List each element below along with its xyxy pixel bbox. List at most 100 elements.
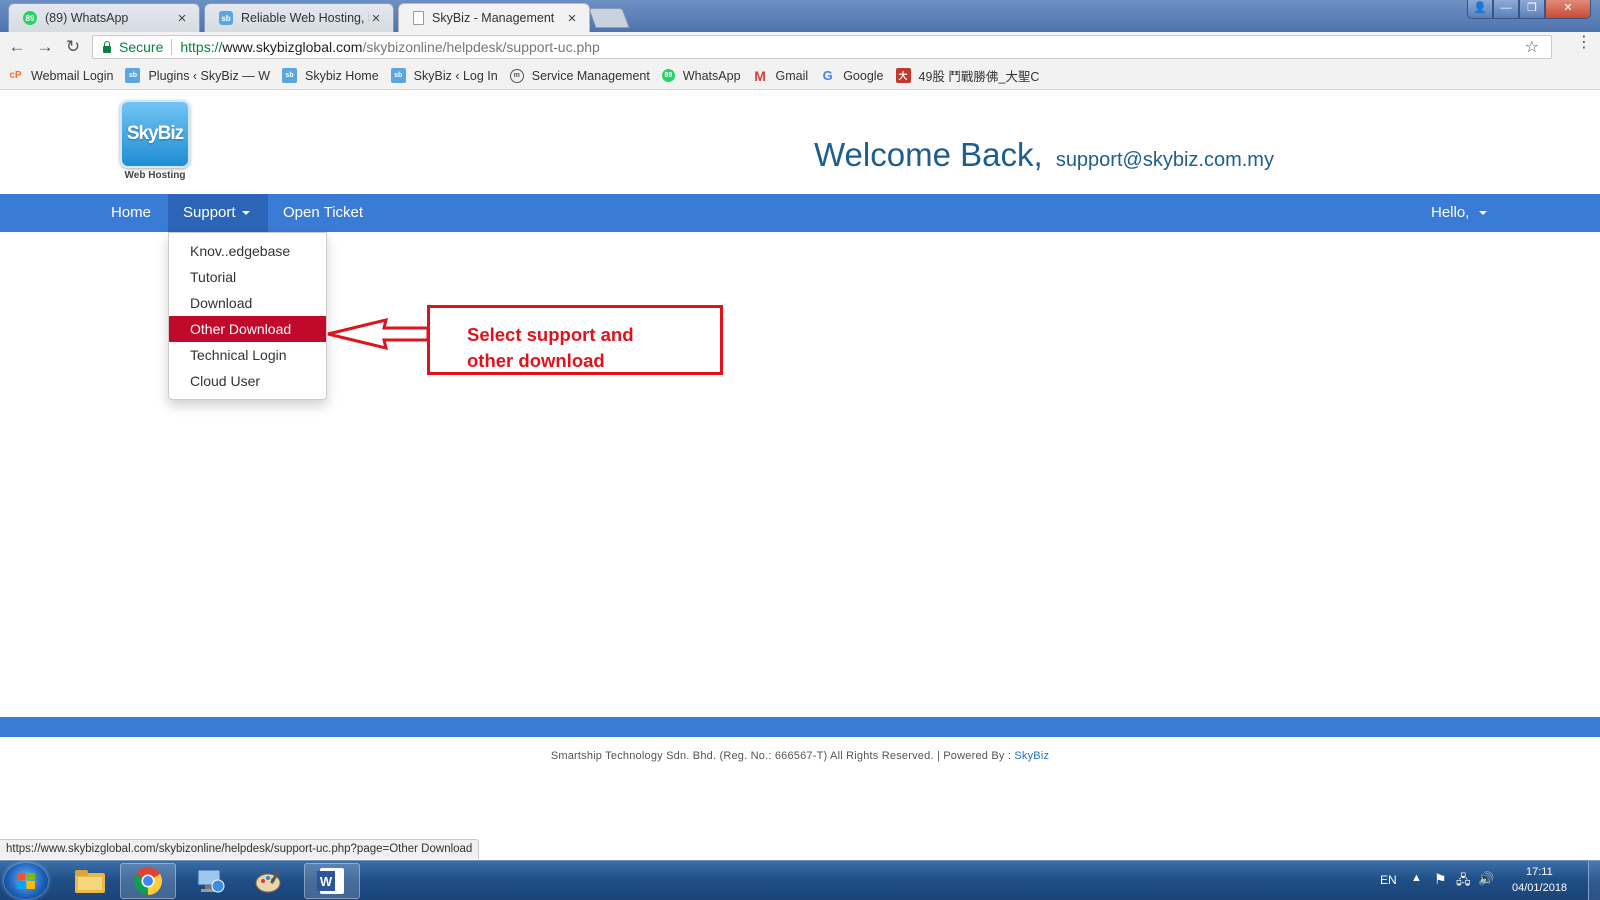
reload-icon[interactable]: ↻ [62,37,84,57]
bookmark-whatsapp[interactable]: 89 WhatsApp [661,68,741,83]
bookmark-site[interactable]: 大 49股 鬥戰勝佛_大聖C [895,66,1040,85]
window-close-button[interactable]: ✕ [1545,0,1591,19]
new-tab-button[interactable] [588,8,630,28]
tab-title: Reliable Web Hosting, Pr [241,11,369,25]
bookmark-plugins[interactable]: sb Plugins ‹ SkyBiz — W [125,68,270,83]
tab-skybiz-management[interactable]: SkyBiz - Management × [398,3,590,32]
tab-title: SkyBiz - Management [432,11,555,25]
close-icon[interactable]: × [175,10,189,27]
bookmark-label: Google [843,68,884,83]
bookmark-webmail-login[interactable]: cP Webmail Login [8,68,113,83]
footer-text: Smartship Technology Sdn. Bhd. (Reg. No.… [550,750,1015,762]
nav-open-ticket[interactable]: Open Ticket [268,194,378,232]
window-controls: 👤 — ❐ ✕ [1467,0,1591,20]
flag-icon[interactable]: ⚑ [1434,871,1447,888]
tab-title: (89) WhatsApp [45,11,129,25]
footer-bar [0,717,1600,737]
support-dropdown-menu: Knov..edgebase Tutorial Download Other D… [168,232,327,400]
caret-down-icon [1479,211,1488,216]
caret-down-icon [241,211,250,216]
start-orb[interactable] [4,863,48,899]
secure-label: Secure [119,39,164,55]
nav-support-label: Support [183,204,236,221]
menu-item-knowledgebase[interactable]: Knov..edgebase [169,238,326,264]
svg-text:W: W [320,874,333,889]
tab-reliable-web-hosting[interactable]: sb Reliable Web Hosting, Pr × [204,3,394,32]
close-icon[interactable]: × [369,10,383,27]
bookmark-label: SkyBiz ‹ Log In [413,68,498,83]
nav-hello-label: Hello, [1431,204,1470,221]
show-desktop-button[interactable] [1588,860,1600,900]
url-host: www.skybizglobal.com [222,39,363,55]
skybiz-icon: sb [219,11,233,25]
service-icon: m [509,68,524,83]
chrome-icon[interactable] [120,863,176,899]
bookmark-skybiz-login[interactable]: sb SkyBiz ‹ Log In [390,68,498,83]
annotation-callout: Select support and other download [427,305,723,375]
page-icon [413,11,424,25]
site-header: SkyBiz Web Hosting Welcome Back, support… [0,90,1600,194]
bookmark-label: Skybiz Home [305,68,379,83]
footer-brand-link[interactable]: SkyBiz [1014,750,1049,762]
word-icon[interactable]: W [304,863,360,899]
skybiz-logo[interactable]: SkyBiz [120,100,190,168]
restore-button[interactable]: ❐ [1519,0,1545,19]
address-bar[interactable]: Secure https://www.skybizglobal.com/skyb… [92,35,1552,59]
browser-menu-icon[interactable]: ⋮ [1576,35,1592,51]
bookmark-skybiz-home[interactable]: sb Skybiz Home [282,68,379,83]
clock-time[interactable]: 17:11 [1526,866,1553,878]
back-arrow-icon[interactable]: ← [6,37,28,57]
paint-icon[interactable] [242,863,298,899]
close-icon[interactable]: × [565,10,579,27]
bookmark-label: Gmail [775,68,809,83]
welcome-message: Welcome Back, support@skybiz.com.my [814,136,1274,174]
skybiz-icon: sb [390,68,406,83]
bookmark-service-management[interactable]: m Service Management [509,68,650,83]
user-email: support@skybiz.com.my [1055,149,1274,171]
bookmark-label: Plugins ‹ SkyBiz — W [148,68,271,83]
url-scheme: https:// [180,39,223,55]
annotation-line-1: Select support and [467,324,634,345]
browser-tab-strip: 89 (89) WhatsApp × sb Reliable Web Hosti… [0,0,1600,32]
menu-item-cloud-user[interactable]: Cloud User [169,368,326,394]
minimize-button[interactable]: — [1493,0,1519,19]
logo-subtitle: Web Hosting [124,170,186,181]
network-tray-icon[interactable]: 🖧 [1456,871,1471,893]
bookmark-label: 49股 鬥戰勝佛_大聖C [918,70,1040,84]
windows-taskbar: W EN ▲ ⚑ 🖧 🔊 17:11 04/01/2018 [0,860,1600,900]
user-icon[interactable]: 👤 [1467,0,1493,19]
annotation-line-2: other download [467,350,605,371]
site-icon: 大 [895,68,911,83]
network-icon[interactable] [182,863,238,899]
volume-icon[interactable]: 🔊 [1478,871,1494,887]
menu-item-other-download[interactable]: Other Download [169,316,326,342]
gmail-icon: M [754,67,766,84]
tab-whatsapp[interactable]: 89 (89) WhatsApp × [8,3,200,32]
cpanel-icon: cP [9,70,22,81]
bookmark-gmail[interactable]: M Gmail [753,67,809,84]
footer-copyright: Smartship Technology Sdn. Bhd. (Reg. No.… [0,750,1600,762]
nav-home[interactable]: Home [96,194,166,232]
bookmark-google[interactable]: G Google [820,68,884,83]
language-indicator[interactable]: EN [1380,873,1397,887]
whatsapp-icon: 89 [23,11,37,25]
file-explorer-icon[interactable] [62,863,118,899]
browser-toolbar: ← → ↻ Secure https://www.skybizglobal.co… [0,32,1600,62]
annotation-arrow [327,318,430,350]
menu-item-tutorial[interactable]: Tutorial [169,264,326,290]
menu-item-technical-login[interactable]: Technical Login [169,342,326,368]
welcome-text: Welcome Back, [814,136,1043,173]
clock-date[interactable]: 04/01/2018 [1512,882,1567,894]
skybiz-icon: sb [125,68,141,83]
nav-support[interactable]: Support [168,194,268,232]
menu-item-download[interactable]: Download [169,290,326,316]
tray-expand-icon[interactable]: ▲ [1411,872,1422,884]
forward-arrow-icon[interactable]: → [34,37,56,57]
skybiz-icon: sb [282,68,298,83]
browser-status-url: https://www.skybizglobal.com/skybizonlin… [0,839,480,859]
bookmark-star-icon[interactable]: ☆ [1525,37,1539,57]
nav-user-menu[interactable]: Hello, [1416,194,1502,232]
bookmark-label: WhatsApp [682,68,741,83]
url-path: /skybizonline/helpdesk/support-uc.php [362,39,600,55]
divider [171,39,173,55]
